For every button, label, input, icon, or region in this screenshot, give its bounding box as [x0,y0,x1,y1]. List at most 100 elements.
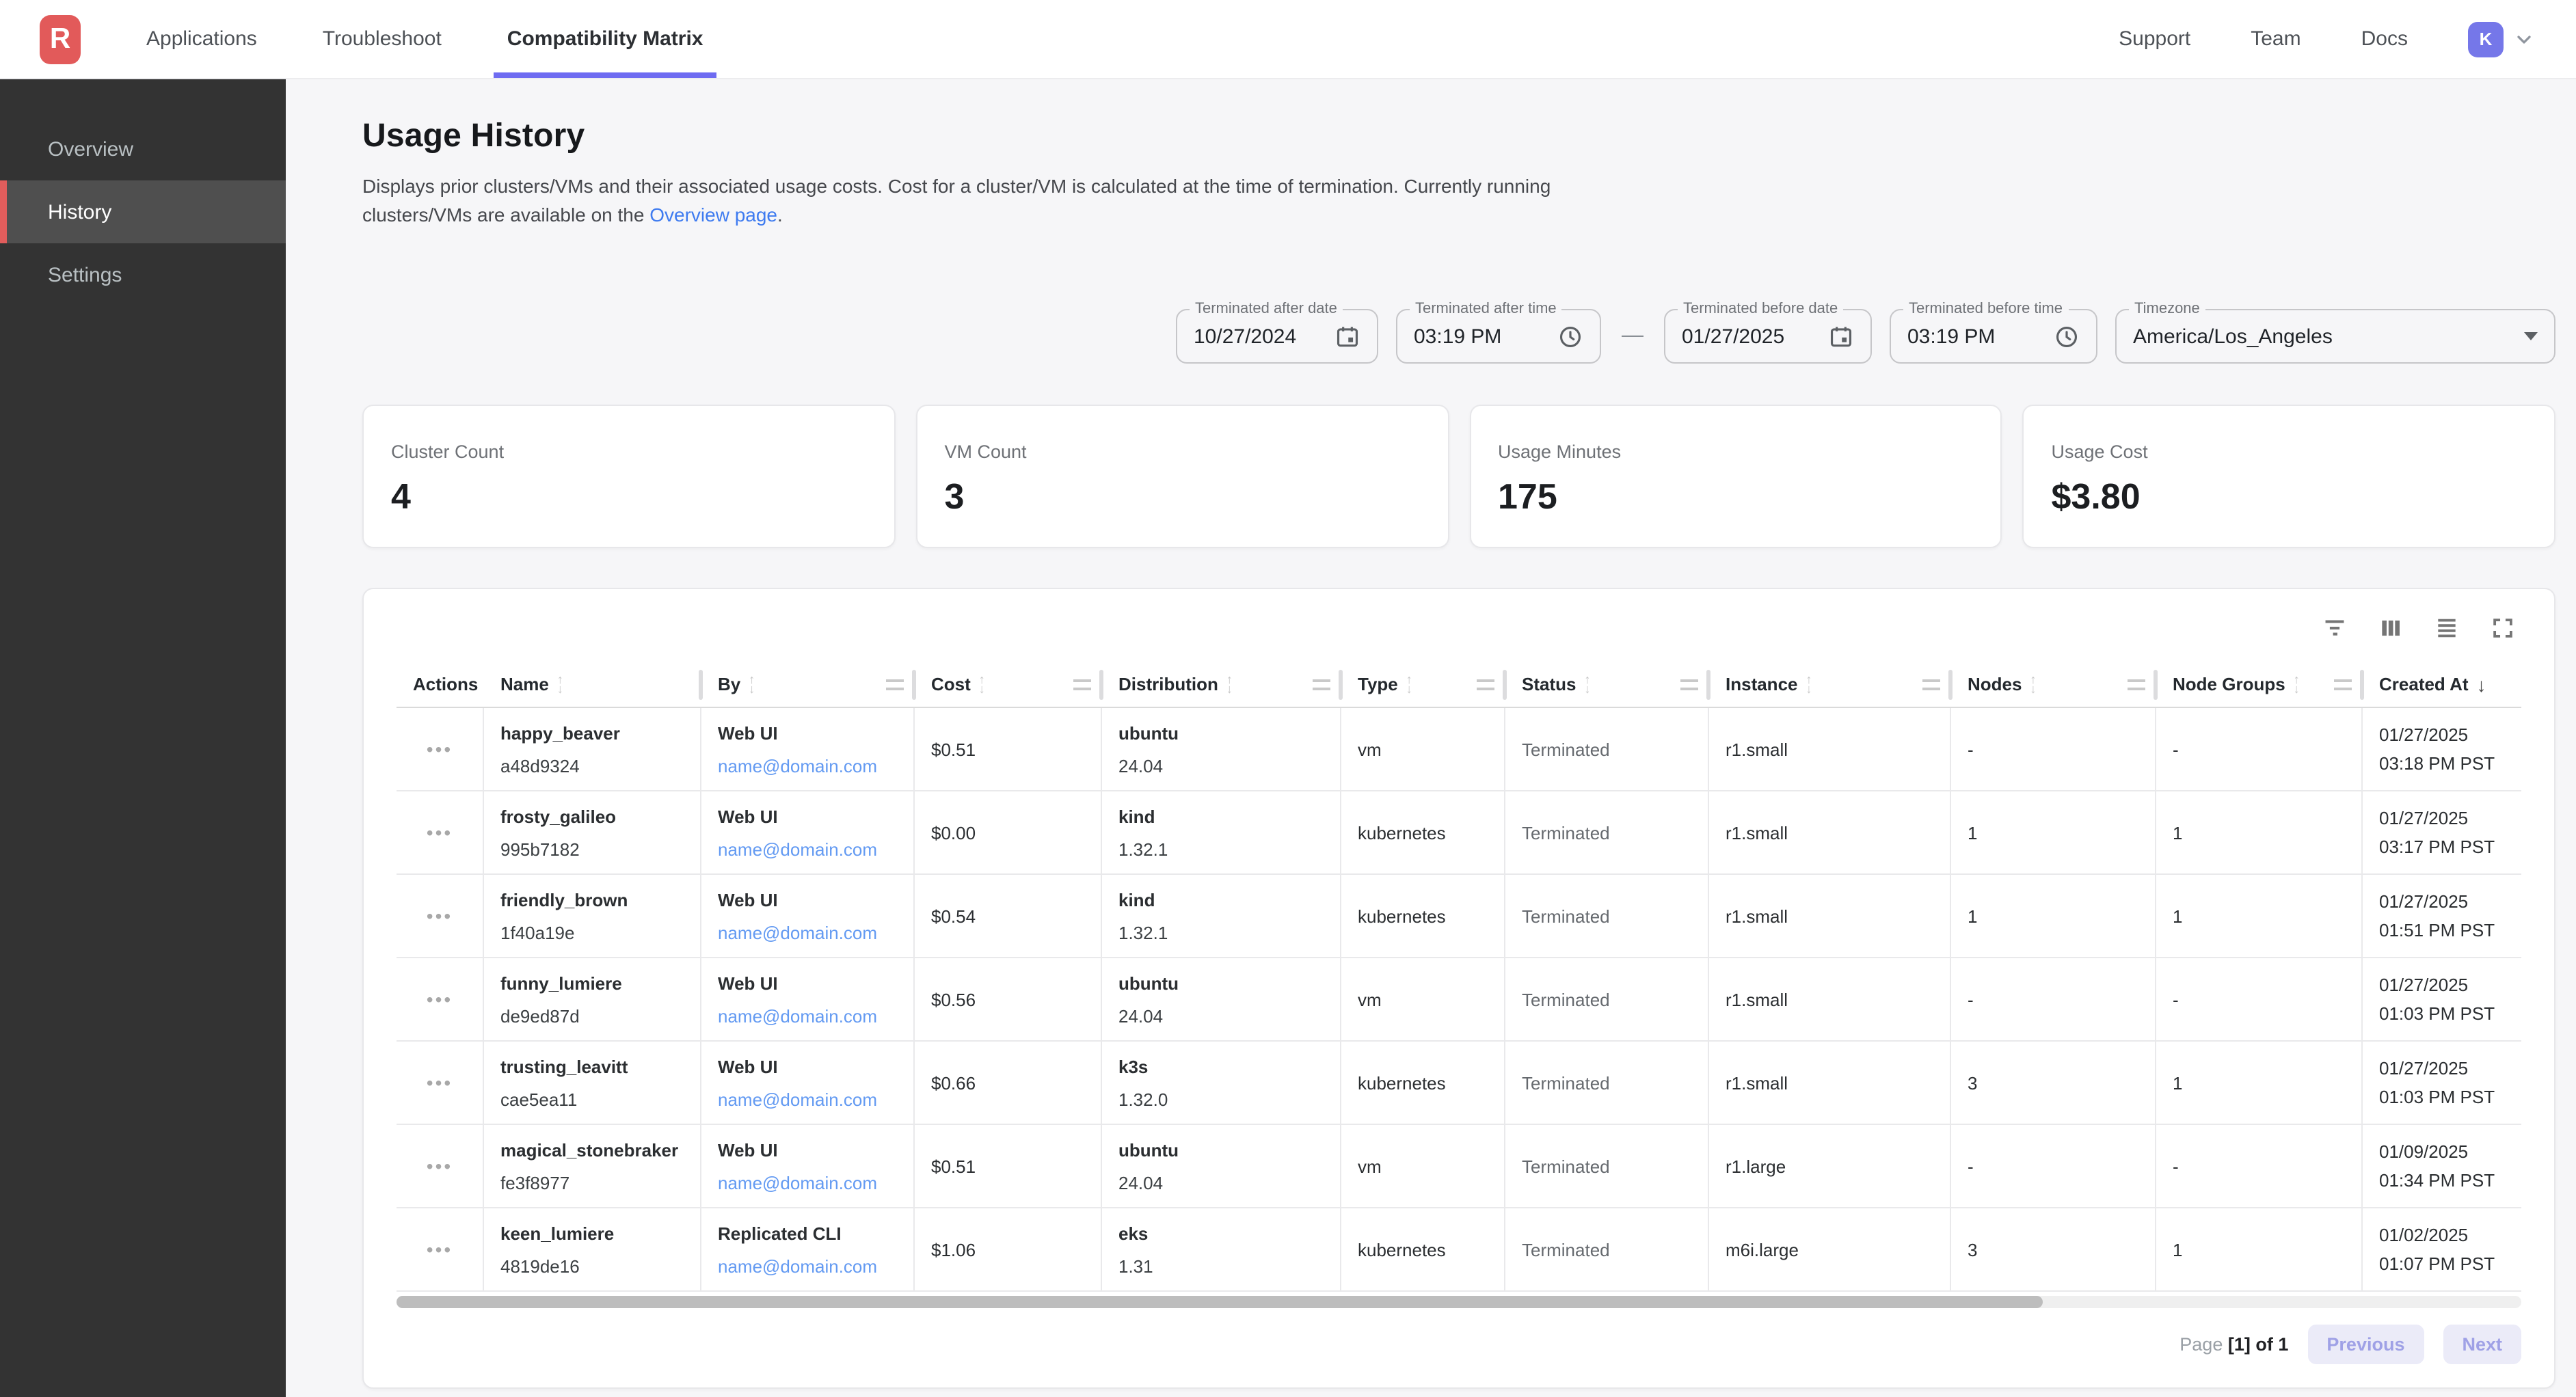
filter-icon[interactable] [2315,608,2353,647]
column-header-name[interactable]: Name↑↓ [484,662,701,707]
sidebar-item-settings[interactable]: Settings [0,243,286,306]
by-email-link[interactable]: name@domain.com [718,1172,897,1193]
column-menu-icon[interactable] [2128,679,2145,690]
column-header-nodes[interactable]: Nodes↑↓ [1951,662,2156,707]
tab-troubleshoot[interactable]: Troubleshoot [309,0,455,78]
sidebar-item-overview[interactable]: Overview [0,118,286,180]
sidebar-item-history[interactable]: History [0,180,286,243]
column-menu-icon[interactable] [2334,679,2352,690]
density-icon[interactable] [2427,608,2465,647]
by-source: Web UI [718,889,897,910]
column-menu-icon[interactable] [1313,679,1330,690]
sort-icon[interactable]: ↑↓ [2030,675,2036,694]
terminated-after-date-field[interactable]: Terminated after date 10/27/2024 [1176,309,1378,364]
sort-icon[interactable]: ↑↓ [2294,675,2300,694]
by-email-link[interactable]: name@domain.com [718,922,897,942]
sort-icon[interactable]: ↑↓ [1406,675,1412,694]
sort-icon[interactable]: ↑↓ [1584,675,1590,694]
row-actions-cell: ••• [397,1042,484,1124]
sort-icon[interactable]: ↑↓ [1226,675,1233,694]
by-email-link[interactable]: name@domain.com [718,1089,897,1109]
instance-cell: r1.small [1709,708,1951,790]
created-at-cell: 01/27/2025 01:03 PM PST [2363,958,2521,1040]
previous-page-button[interactable]: Previous [2307,1325,2424,1364]
distribution-version: 1.32.1 [1118,922,1324,942]
horizontal-scrollbar[interactable] [397,1296,2521,1308]
cost-value: $0.54 [931,906,1084,926]
terminated-after-date-value[interactable]: 10/27/2024 [1194,325,1296,348]
column-menu-icon[interactable] [1477,679,1494,690]
instance-value: r1.small [1726,906,1933,926]
terminated-before-date-field[interactable]: Terminated before date 01/27/2025 [1664,309,1872,364]
nav-link-support[interactable]: Support [2119,27,2190,51]
column-header-instance[interactable]: Instance↑↓ [1709,662,1951,707]
scrollbar-thumb[interactable] [397,1296,2043,1308]
sort-icon[interactable]: ↑↓ [1806,675,1812,694]
by-email-link[interactable]: name@domain.com [718,839,897,859]
column-menu-icon[interactable] [1073,679,1091,690]
row-actions-menu-icon[interactable]: ••• [427,1238,453,1260]
column-menu-icon[interactable] [886,679,904,690]
row-actions-menu-icon[interactable]: ••• [427,988,453,1010]
sort-icon[interactable]: ↑↓ [749,675,755,694]
column-menu-icon[interactable] [1922,679,1940,690]
timezone-value[interactable]: America/Los_Angeles [2133,325,2333,348]
distribution-version: 24.04 [1118,755,1324,776]
column-header-label: By [718,674,740,694]
column-header-created-at[interactable]: Created At↓ [2363,662,2521,707]
row-actions-menu-icon[interactable]: ••• [427,822,453,843]
account-menu[interactable]: K [2468,21,2535,57]
column-header-type[interactable]: Type↑↓ [1341,662,1505,707]
terminated-before-time-field[interactable]: Terminated before time 03:19 PM [1890,309,2097,364]
tab-applications[interactable]: Applications [133,0,271,78]
row-actions-menu-icon[interactable]: ••• [427,905,453,927]
terminated-after-time-field[interactable]: Terminated after time 03:19 PM [1396,309,1601,364]
tab-compatibility-matrix[interactable]: Compatibility Matrix [494,0,717,78]
column-header-by[interactable]: By ↑↓ [701,662,915,707]
created-at-cell: 01/27/2025 01:03 PM PST [2363,1042,2521,1124]
column-header-status[interactable]: Status↑↓ [1505,662,1709,707]
timezone-select[interactable]: Timezone America/Los_Angeles [2115,309,2555,364]
replicated-logo-icon[interactable]: R [40,15,81,64]
by-email-link[interactable]: name@domain.com [718,1005,897,1026]
created-date: 01/27/2025 [2379,975,2505,995]
sort-desc-icon[interactable]: ↓ [2477,673,2486,695]
node-groups-cell: 1 [2156,1042,2363,1124]
column-header-node-groups[interactable]: Node Groups↑↓ [2156,662,2363,707]
by-email-link[interactable]: name@domain.com [718,755,897,776]
nodes-value: 3 [1968,1072,2138,1093]
cost-value: $1.06 [931,1239,1084,1260]
calendar-icon[interactable] [1828,323,1854,349]
calendar-icon[interactable] [1334,323,1360,349]
row-actions-menu-icon[interactable]: ••• [427,1155,453,1177]
clock-icon[interactable] [1557,323,1583,349]
node-groups-value: 1 [2173,822,2345,843]
cost-cell: $0.54 [915,875,1102,957]
column-header-distribution[interactable]: Distribution↑↓ [1102,662,1341,707]
column-header-cost[interactable]: Cost↑↓ [915,662,1102,707]
description-line1: Displays prior clusters/VMs and their as… [362,175,1551,197]
fullscreen-icon[interactable] [2483,608,2521,647]
avatar[interactable]: K [2468,21,2504,57]
nav-link-team[interactable]: Team [2251,27,2300,51]
terminated-before-time-value[interactable]: 03:19 PM [1907,325,1995,348]
nodes-cell: 1 [1951,875,2156,957]
status-badge: Terminated [1522,1072,1691,1093]
clock-icon[interactable] [2054,323,2080,349]
created-time: 03:17 PM PST [2379,837,2505,857]
row-actions-menu-icon[interactable]: ••• [427,1072,453,1094]
nav-link-docs[interactable]: Docs [2361,27,2408,51]
column-menu-icon[interactable] [1680,679,1698,690]
columns-icon[interactable] [2371,608,2409,647]
by-email-link[interactable]: name@domain.com [718,1256,897,1276]
nodes-cell: - [1951,958,2156,1040]
terminated-before-date-value[interactable]: 01/27/2025 [1682,325,1784,348]
terminated-after-time-value[interactable]: 03:19 PM [1414,325,1501,348]
overview-page-link[interactable]: Overview page [649,204,777,226]
cost-cell: $0.66 [915,1042,1102,1124]
created-date: 01/27/2025 [2379,1058,2505,1079]
row-actions-menu-icon[interactable]: ••• [427,738,453,760]
sort-icon[interactable]: ↑↓ [979,675,985,694]
next-page-button[interactable]: Next [2443,1325,2521,1364]
sort-icon[interactable]: ↑↓ [557,675,563,694]
